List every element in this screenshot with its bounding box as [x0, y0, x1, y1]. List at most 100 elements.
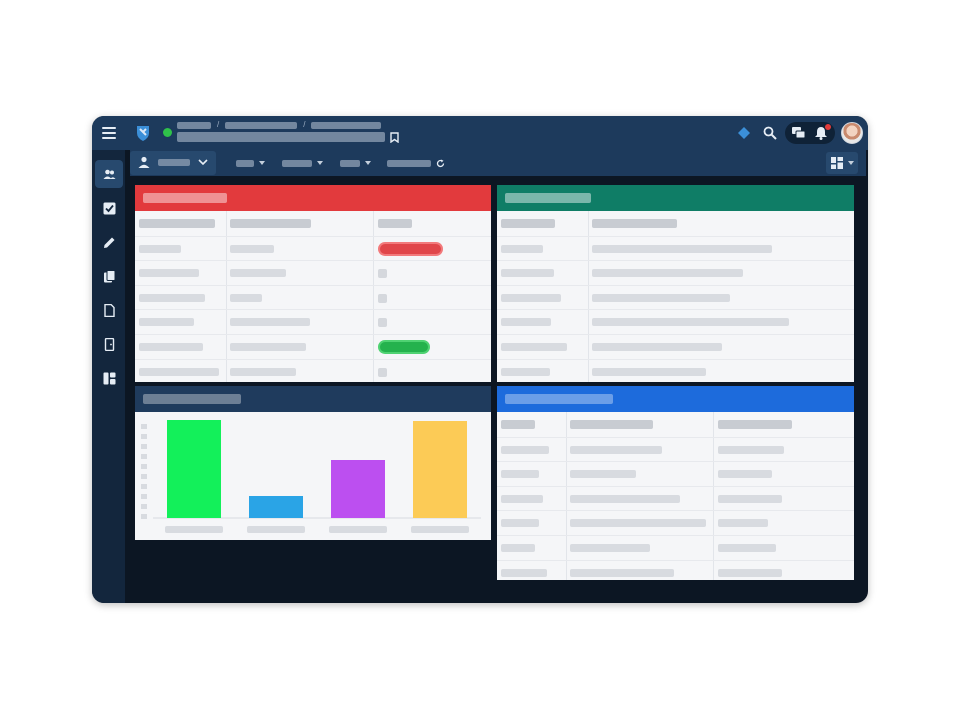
column-header[interactable]: [570, 420, 653, 429]
y-tick-label: [141, 434, 147, 439]
table-row[interactable]: [497, 461, 854, 486]
panel-title: [505, 394, 613, 404]
documents-icon: [103, 269, 115, 282]
panel-header: [497, 185, 854, 211]
view-toolbar: [130, 150, 866, 176]
filter-label: [282, 159, 312, 167]
caret-down-icon: [365, 161, 371, 165]
table-row[interactable]: [135, 284, 491, 310]
chart-bar[interactable]: [413, 421, 467, 518]
panel-red-table: [135, 185, 491, 382]
door-icon: [104, 337, 114, 351]
column-header[interactable]: [378, 219, 412, 228]
table-row[interactable]: [497, 284, 854, 310]
table-row[interactable]: [135, 358, 491, 382]
filter-label: [387, 159, 431, 167]
chart-bar[interactable]: [167, 420, 221, 518]
sidebar-item-exit[interactable]: [95, 330, 123, 358]
y-tick-label: [141, 484, 147, 489]
refresh-icon: [436, 159, 445, 167]
table-row[interactable]: [497, 510, 854, 535]
top-bar: / /: [92, 116, 868, 150]
row-checkbox[interactable]: [378, 367, 387, 377]
x-tick-label: [329, 526, 387, 533]
table-row[interactable]: [497, 334, 854, 359]
table-row[interactable]: [497, 309, 854, 334]
sidebar-item-file[interactable]: [95, 296, 123, 324]
table-row[interactable]: [497, 559, 854, 580]
user-icon: [138, 156, 150, 168]
y-tick-label: [141, 424, 147, 429]
breadcrumb-separator: /: [303, 120, 306, 129]
row-checkbox[interactable]: [378, 269, 387, 279]
chart-bar[interactable]: [249, 496, 303, 518]
breadcrumb-item[interactable]: [177, 121, 211, 129]
y-tick-label: [141, 444, 147, 449]
y-tick-label: [141, 514, 147, 519]
x-tick-label: [165, 526, 223, 533]
column-header[interactable]: [592, 219, 677, 228]
shield-logo-icon[interactable]: [134, 124, 152, 142]
panel-header: [135, 185, 491, 211]
online-status-dot: [163, 128, 172, 137]
bookmark-icon[interactable]: [390, 132, 399, 143]
file-icon: [103, 303, 115, 317]
row-checkbox[interactable]: [378, 318, 387, 328]
filter-dropdown[interactable]: [340, 159, 371, 167]
table-row[interactable]: [135, 235, 491, 261]
app-window: / /: [92, 116, 868, 603]
caret-down-icon: [259, 161, 265, 165]
column-header[interactable]: [139, 219, 215, 228]
panel-title: [143, 193, 227, 203]
chat-icon[interactable]: [792, 127, 805, 139]
table-row[interactable]: [135, 260, 491, 285]
panel-blue-table: [497, 386, 854, 580]
filter-dropdown[interactable]: [282, 159, 323, 167]
row-checkbox[interactable]: [378, 293, 387, 303]
breadcrumb-item[interactable]: [225, 121, 298, 129]
y-tick-label: [141, 504, 147, 509]
avatar[interactable]: [841, 122, 863, 144]
refresh-filter[interactable]: [387, 159, 445, 167]
search-icon[interactable]: [763, 126, 777, 140]
notification-group: [785, 122, 835, 144]
chart-area: [135, 412, 491, 540]
sidebar-item-users[interactable]: [95, 160, 123, 188]
x-tick-label: [247, 526, 305, 533]
status-pill-green: [378, 340, 430, 354]
filter-label: [340, 159, 360, 167]
panel-header: [497, 386, 854, 412]
breadcrumb-item[interactable]: [311, 121, 382, 129]
hamburger-icon[interactable]: [102, 127, 116, 139]
sidebar-item-tasks[interactable]: [95, 194, 123, 222]
sidebar-item-edit[interactable]: [95, 228, 123, 256]
table-row[interactable]: [497, 436, 854, 462]
sidebar: [92, 150, 125, 603]
x-tick-label: [411, 526, 469, 533]
column-header[interactable]: [501, 219, 555, 228]
table-row[interactable]: [497, 535, 854, 560]
table-row[interactable]: [497, 260, 854, 285]
filter-dropdown[interactable]: [236, 159, 265, 167]
panel-green-table: [497, 185, 854, 382]
table-row[interactable]: [497, 485, 854, 511]
table-row[interactable]: [497, 358, 854, 382]
table-row[interactable]: [497, 235, 854, 261]
page-title: [177, 132, 385, 142]
chart-bar[interactable]: [331, 460, 385, 518]
table-row[interactable]: [135, 334, 491, 359]
y-tick-label: [141, 494, 147, 499]
column-header[interactable]: [230, 219, 311, 228]
sidebar-item-dashboard[interactable]: [95, 364, 123, 392]
column-header[interactable]: [501, 420, 535, 429]
diamond-icon[interactable]: [738, 127, 750, 139]
sidebar-item-documents[interactable]: [95, 262, 123, 290]
table-row[interactable]: [135, 309, 491, 334]
pencil-icon: [103, 237, 114, 248]
user-selector[interactable]: [130, 151, 216, 175]
table-header-row: [135, 211, 491, 236]
column-header[interactable]: [718, 420, 792, 429]
breadcrumb-separator: /: [217, 120, 220, 129]
layout-button[interactable]: [826, 152, 858, 174]
table-header-row: [497, 412, 854, 437]
